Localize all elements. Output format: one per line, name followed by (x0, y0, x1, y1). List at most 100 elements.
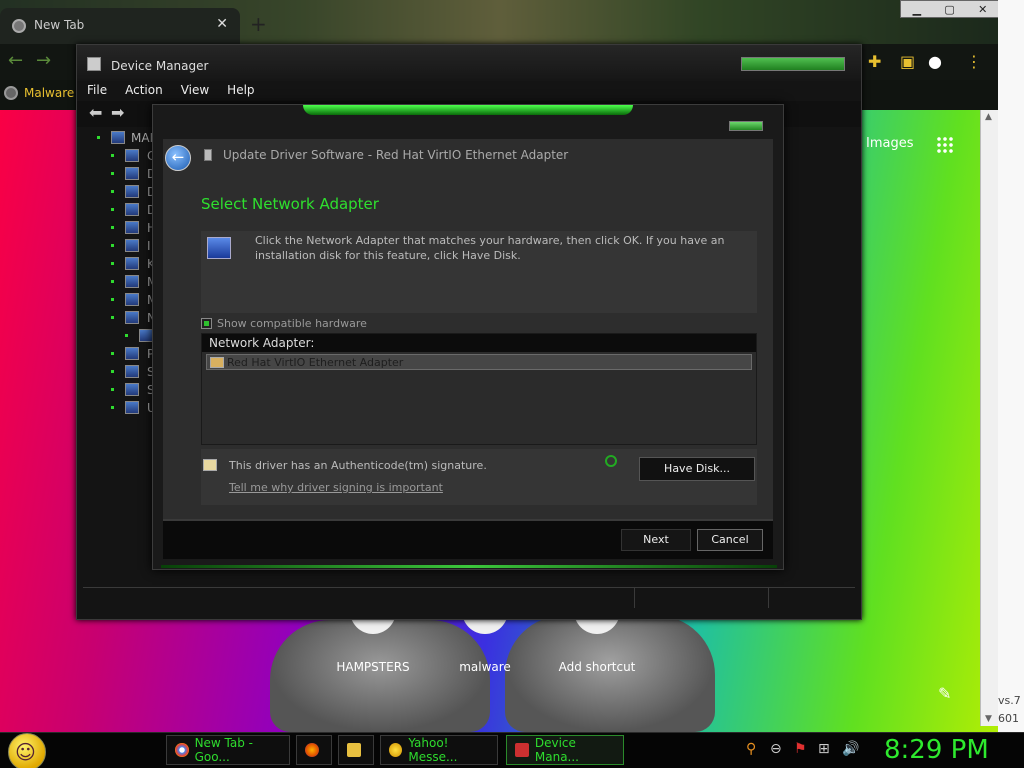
bookmark-malware[interactable]: Malware (4, 86, 74, 100)
tree-item[interactable]: M (81, 273, 161, 291)
close-icon[interactable]: ✕ (978, 3, 987, 16)
window-title: Device Manager (111, 59, 209, 73)
tree-expander-icon[interactable] (111, 352, 114, 355)
tree-item[interactable]: S (81, 363, 161, 381)
menu-action[interactable]: Action (115, 81, 171, 101)
tree-item[interactable]: K (81, 255, 161, 273)
tree-expander-icon[interactable] (111, 316, 114, 319)
checkbox-checked[interactable] (201, 318, 212, 329)
cancel-button[interactable]: Cancel (697, 529, 763, 551)
task-yahoo-messenger[interactable]: Yahoo! Messe... (380, 735, 498, 765)
device-manager-titlebar[interactable]: Device Manager (77, 45, 861, 81)
tree-expander-icon[interactable] (111, 172, 114, 175)
tree-expander-icon[interactable] (111, 370, 114, 373)
dialog-close-button[interactable] (729, 121, 763, 131)
next-button[interactable]: Next (621, 529, 691, 551)
device-category-icon (125, 275, 139, 288)
back-arrow-icon[interactable]: ⬅ (89, 103, 102, 122)
tree-expander-icon[interactable] (111, 244, 114, 247)
volume-icon[interactable]: 🔊 (842, 741, 859, 757)
task-firefox[interactable] (296, 735, 332, 765)
forward-arrow-icon[interactable]: → (36, 50, 51, 71)
search-icon[interactable]: ⚲ (746, 741, 756, 757)
images-link[interactable]: Images (866, 136, 914, 151)
tree-item[interactable]: D (81, 165, 161, 183)
busy-cursor-icon (605, 455, 617, 467)
driver-signing-link[interactable]: Tell me why driver signing is important (229, 481, 443, 494)
task-device-manager[interactable]: Device Mana... (506, 735, 624, 765)
folder-icon (347, 743, 361, 757)
maximize-icon[interactable]: ▢ (944, 3, 954, 16)
menu-kebab-icon[interactable]: ⋮ (966, 52, 982, 71)
network-adapter-list[interactable]: Network Adapter: Red Hat VirtIO Ethernet… (201, 333, 757, 445)
tree-item[interactable]: N (81, 309, 161, 327)
window-controls[interactable] (741, 57, 845, 71)
tab-new-tab[interactable]: New Tab ✕ (0, 8, 240, 44)
start-button[interactable]: ☺ (8, 733, 46, 768)
task-chrome[interactable]: New Tab - Goo... (166, 735, 290, 765)
tree-item[interactable]: C (81, 147, 161, 165)
sidepanel-icon[interactable]: ▣ (900, 52, 915, 71)
tree-item[interactable]: D (81, 201, 161, 219)
tree-expander-icon[interactable] (125, 334, 128, 337)
scroll-up-icon[interactable]: ▲ (985, 112, 992, 122)
show-compatible-checkbox[interactable]: Show compatible hardware (201, 317, 367, 330)
device-category-icon (125, 401, 139, 414)
signature-text: This driver has an Authenticode(tm) sign… (229, 459, 487, 472)
task-explorer[interactable] (338, 735, 374, 765)
tab-close-icon[interactable]: ✕ (216, 16, 228, 32)
tree-expander-icon[interactable] (111, 190, 114, 193)
flag-icon[interactable]: ⚑ (794, 741, 807, 757)
edge-text: 601 (998, 712, 1019, 725)
page-scrollbar[interactable]: ▲ ▼ (980, 110, 998, 726)
instructions-text: Click the Network Adapter that matches y… (255, 234, 725, 262)
tree-item[interactable]: MAP (81, 129, 161, 147)
have-disk-button[interactable]: Have Disk... (639, 457, 755, 481)
dialog-top-glow (303, 105, 633, 115)
apps-grid-icon[interactable] (936, 136, 954, 154)
tree-item[interactable]: P (81, 345, 161, 363)
device-category-icon (125, 239, 139, 252)
menu-file[interactable]: File (77, 81, 115, 101)
tree-expander-icon[interactable] (111, 226, 114, 229)
tree-item[interactable]: H (81, 219, 161, 237)
shortcut-label: malware (459, 660, 511, 674)
network-adapter-icon (207, 237, 231, 259)
dialog-header-title: Update Driver Software - Red Hat VirtIO … (223, 148, 569, 162)
tree-item-label: I (147, 239, 151, 253)
tree-item[interactable]: M (81, 291, 161, 309)
back-arrow-icon[interactable]: ← (8, 50, 23, 71)
tree-expander-icon[interactable] (111, 154, 114, 157)
list-item[interactable]: Red Hat VirtIO Ethernet Adapter (206, 354, 752, 370)
chrome-favicon-icon (12, 19, 26, 33)
forward-arrow-icon[interactable]: ➡ (111, 103, 124, 122)
menu-help[interactable]: Help (217, 81, 262, 101)
clock[interactable]: 8:29 PM (884, 735, 989, 765)
list-header: Network Adapter: (202, 334, 756, 352)
tree-expander-icon[interactable] (111, 388, 114, 391)
device-icon (204, 149, 212, 161)
minimize-icon[interactable]: ▁ (913, 3, 921, 16)
tree-item[interactable]: I (81, 237, 161, 255)
puzzle-extension-icon[interactable]: ✚ (868, 52, 881, 71)
network-icon[interactable]: ⊞ (818, 741, 830, 757)
scroll-down-icon[interactable]: ▼ (985, 714, 992, 724)
tree-item[interactable]: U (81, 399, 161, 417)
tree-expander-icon[interactable] (111, 208, 114, 211)
profile-avatar-icon[interactable]: ● (928, 52, 942, 71)
task-label: New Tab - Goo... (194, 736, 254, 764)
device-category-icon (125, 203, 139, 216)
tab-title: New Tab (34, 18, 85, 32)
minus-circle-icon[interactable]: ⊖ (770, 741, 782, 757)
tree-expander-icon[interactable] (97, 136, 100, 139)
tree-item[interactable]: D (81, 183, 161, 201)
tree-expander-icon[interactable] (111, 406, 114, 409)
customize-pencil-icon[interactable]: ✎ (938, 684, 951, 703)
menu-view[interactable]: View (171, 81, 217, 101)
new-tab-button[interactable]: + (250, 12, 267, 36)
back-button[interactable]: ← (165, 145, 191, 171)
tree-item[interactable]: S (81, 381, 161, 399)
tree-expander-icon[interactable] (111, 280, 114, 283)
tree-expander-icon[interactable] (111, 262, 114, 265)
tree-expander-icon[interactable] (111, 298, 114, 301)
